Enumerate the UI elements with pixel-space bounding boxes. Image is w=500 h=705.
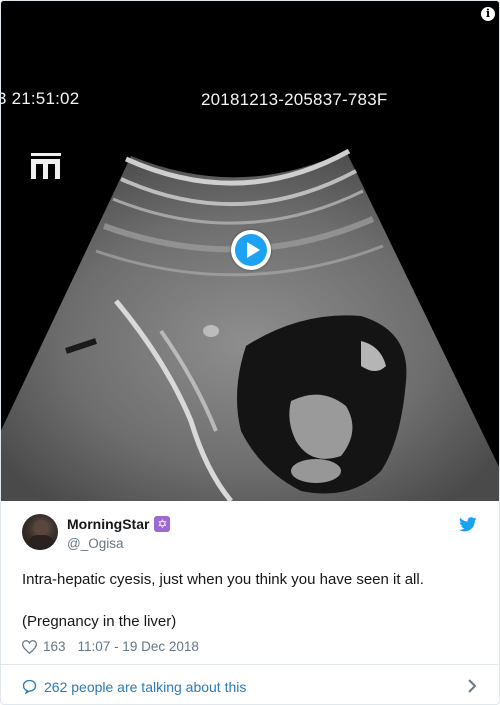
scanner-logo-icon: [31, 153, 61, 179]
scan-id: 20181213-205837-783F: [201, 90, 388, 109]
conversation-link[interactable]: 262 people are talking about this: [1, 665, 499, 704]
info-label: i: [485, 7, 491, 20]
star-of-david-badge-icon: ✡: [154, 516, 171, 532]
tweet-meta: 163 11:07 - 19 Dec 2018: [22, 639, 199, 654]
twitter-bird-icon[interactable]: [459, 517, 477, 532]
tweet-text-line2: (Pregnancy in the liver): [22, 613, 177, 630]
talking-about-text[interactable]: 262 people are talking about this: [44, 679, 246, 695]
play-icon: [235, 234, 267, 266]
video-player[interactable]: 3 21:51:02 20181213-205837-783F i: [1, 1, 499, 501]
chevron-right-icon[interactable]: [467, 679, 477, 693]
tweet-card: 3 21:51:02 20181213-205837-783F i Mornin…: [0, 0, 500, 705]
display-name[interactable]: MorningStar: [67, 516, 149, 532]
author-name-row[interactable]: MorningStar ✡: [67, 516, 171, 532]
speech-bubble-icon: [22, 679, 37, 694]
avatar[interactable]: [22, 514, 58, 550]
play-button[interactable]: [231, 230, 271, 270]
like-count[interactable]: 163: [43, 639, 66, 654]
tweet-timestamp[interactable]: 11:07 - 19 Dec 2018: [78, 639, 199, 654]
info-icon[interactable]: i: [481, 7, 495, 21]
tweet-text-line1: Intra-hepatic cyesis, just when you thin…: [22, 571, 424, 588]
scan-timestamp-left: 3 21:51:02: [1, 89, 80, 108]
heart-icon[interactable]: [22, 639, 37, 654]
user-handle[interactable]: @_Ogisa: [67, 536, 123, 551]
